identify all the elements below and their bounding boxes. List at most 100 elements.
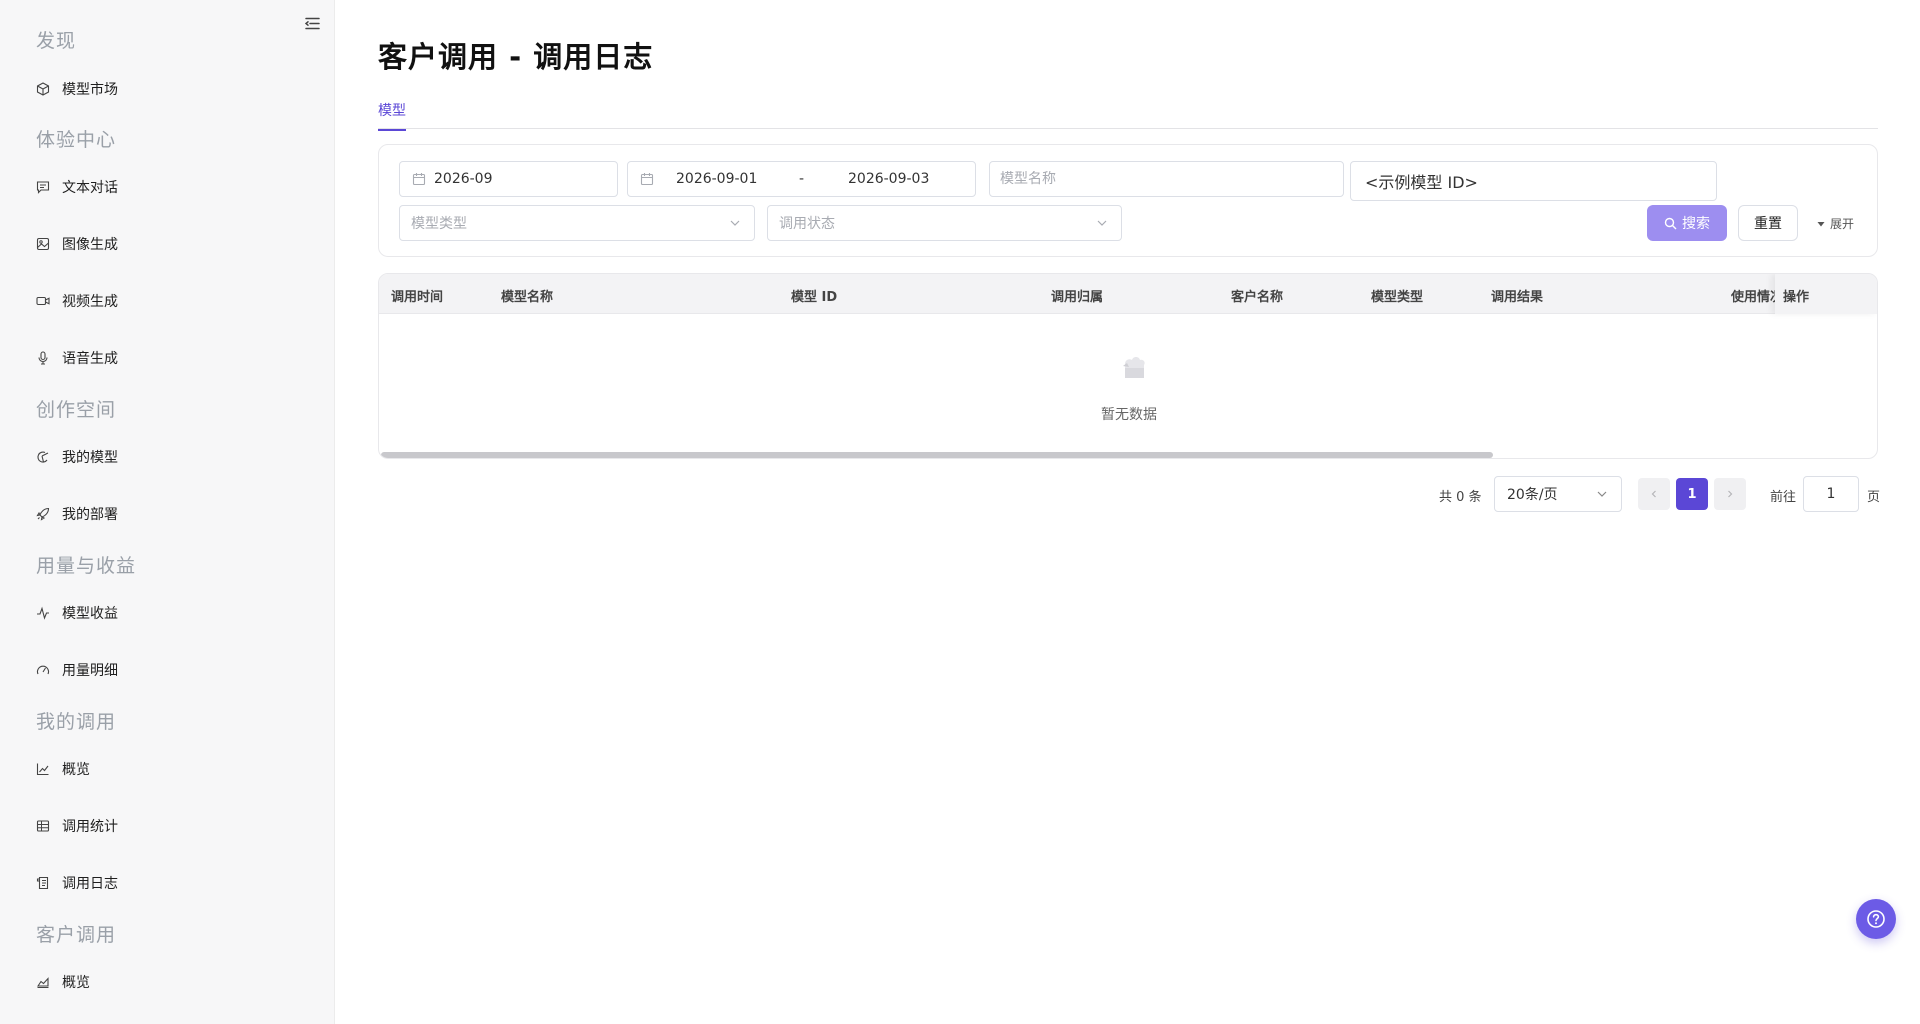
sidebar-item-label: 用量明细 [62, 663, 118, 679]
sidebar-item-label: 概览 [62, 762, 90, 778]
column-header[interactable]: 模型类型 [1371, 286, 1423, 305]
log-icon [36, 876, 50, 890]
column-header[interactable]: 调用结果 [1491, 286, 1543, 305]
date-range-picker[interactable]: 2026-09-01 - 2026-09-03 [627, 161, 976, 197]
chevron-right-icon [1728, 490, 1733, 498]
sidebar-item-call-stats[interactable]: 调用统计 [36, 814, 118, 838]
pulse-icon [36, 606, 50, 620]
empty-text: 暂无数据 [1101, 407, 1157, 423]
call-status-placeholder: 调用状态 [779, 216, 835, 232]
sidebar-item-label: 语音生成 [62, 351, 118, 367]
date-separator: - [799, 171, 805, 187]
horizontal-scrollbar[interactable] [381, 452, 1493, 458]
mic-icon [36, 351, 50, 365]
sidebar: 发现 模型市场 体验中心 文本对话 图像生成 视频生成 语音生成 创作空间 我的… [0, 0, 335, 1024]
search-icon [1664, 217, 1677, 229]
sidebar-item-usage-detail[interactable]: 用量明细 [36, 658, 118, 682]
sidebar-item-model-revenue[interactable]: 模型收益 [36, 601, 118, 625]
model-name-field[interactable] [989, 161, 1344, 197]
sidebar-item-label: 我的模型 [62, 450, 118, 466]
sidebar-item-label: 模型市场 [62, 82, 118, 98]
tab-bar: 模型 [378, 96, 1878, 131]
section-title-experience: 体验中心 [36, 129, 117, 151]
rocket-icon [36, 507, 50, 521]
help-icon [1867, 910, 1885, 928]
cube-icon [36, 82, 50, 96]
model-id-value: <示例模型 ID> [1365, 173, 1478, 192]
sidebar-item-label: 调用统计 [62, 819, 118, 835]
column-header[interactable]: 调用归属 [1051, 286, 1103, 305]
sidebar-item-my-deployments[interactable]: 我的部署 [36, 502, 118, 526]
image-icon [36, 237, 50, 251]
menu-icon [304, 17, 320, 29]
main-content: 客户调用 - 调用日志 模型 2026-09 2026-09-01 - 2026… [378, 0, 1881, 1024]
chat-icon [36, 180, 50, 194]
sidebar-item-image-gen[interactable]: 图像生成 [36, 232, 118, 256]
help-button[interactable] [1856, 899, 1896, 939]
column-header[interactable]: 调用时间 [391, 286, 443, 305]
page-size-select[interactable]: 20条/页 [1494, 476, 1622, 512]
sidebar-item-label: 概览 [62, 975, 90, 991]
sidebar-item-label: 视频生成 [62, 294, 118, 310]
chevron-down-icon [1597, 491, 1607, 497]
model-id-field[interactable]: <示例模型 ID> [1350, 161, 1717, 201]
goto-suffix: 页 [1867, 490, 1881, 505]
line-chart-icon [36, 762, 50, 776]
call-status-select[interactable]: 调用状态 [767, 205, 1122, 241]
reset-button-label: 重置 [1754, 216, 1782, 232]
month-picker[interactable]: 2026-09 [399, 161, 618, 197]
expand-filters-button[interactable]: 展开 [1816, 215, 1854, 232]
model-name-input[interactable] [990, 171, 1343, 187]
collapse-sidebar-button[interactable] [302, 14, 322, 32]
sidebar-item-label: 图像生成 [62, 237, 118, 253]
page-size-value: 20条/页 [1507, 487, 1558, 503]
calendar-icon [640, 172, 654, 186]
empty-box-icon [1123, 357, 1145, 378]
column-header[interactable]: 模型 ID [791, 286, 837, 305]
page-title: 客户调用 - 调用日志 [378, 40, 654, 74]
month-value: 2026-09 [434, 171, 493, 187]
area-chart-icon [36, 975, 50, 989]
section-title-create: 创作空间 [36, 399, 117, 421]
chevron-down-icon [1095, 216, 1109, 230]
search-button[interactable]: 搜索 [1647, 205, 1727, 241]
goto-page-input[interactable] [1803, 476, 1859, 512]
next-page-button[interactable] [1714, 478, 1746, 510]
sidebar-item-video-gen[interactable]: 视频生成 [36, 289, 118, 313]
tab-model[interactable]: 模型 [378, 100, 406, 131]
sidebar-item-customer-overview[interactable]: 概览 [36, 970, 90, 994]
model-type-select[interactable]: 模型类型 [399, 205, 755, 241]
sidebar-item-call-log[interactable]: 调用日志 [36, 871, 118, 895]
section-title-my-calls: 我的调用 [36, 711, 117, 733]
chevron-left-icon [1651, 490, 1656, 498]
date-end[interactable]: 2026-09-03 [848, 171, 929, 187]
sidebar-item-text-chat[interactable]: 文本对话 [36, 175, 118, 199]
prev-page-button[interactable] [1638, 478, 1670, 510]
table-icon [36, 819, 50, 833]
column-header[interactable]: 操作 [1783, 286, 1809, 305]
section-title-usage: 用量与收益 [36, 555, 137, 577]
calendar-icon [412, 172, 426, 186]
filter-panel: 2026-09 2026-09-01 - 2026-09-03 <示例模型 ID… [378, 144, 1878, 257]
page-number-button[interactable]: 1 [1676, 478, 1708, 510]
model-icon [36, 450, 50, 464]
column-header[interactable]: 客户名称 [1231, 286, 1283, 305]
call-log-table: 调用时间 模型名称 模型 ID 调用归属 客户名称 模型类型 调用结果 使用情况… [378, 273, 1878, 459]
fixed-column-header: 操作 [1775, 274, 1877, 314]
sidebar-item-my-models[interactable]: 我的模型 [36, 445, 118, 469]
sidebar-item-label: 模型收益 [62, 606, 118, 622]
reset-button[interactable]: 重置 [1738, 205, 1798, 241]
section-title-customer-calls: 客户调用 [36, 924, 117, 946]
sidebar-item-model-market[interactable]: 模型市场 [36, 77, 118, 101]
model-type-placeholder: 模型类型 [411, 216, 467, 232]
sidebar-item-voice-gen[interactable]: 语音生成 [36, 346, 118, 370]
pagination: 共 0 条 20条/页 1 前往 页 [378, 476, 1881, 512]
sidebar-item-label: 文本对话 [62, 180, 118, 196]
total-count: 共 0 条 [1439, 490, 1482, 505]
date-start[interactable]: 2026-09-01 [676, 171, 757, 187]
table-header: 调用时间 模型名称 模型 ID 调用归属 客户名称 模型类型 调用结果 使用情况… [379, 274, 1877, 314]
goto-label: 前往 [1770, 490, 1797, 505]
sidebar-item-label: 我的部署 [62, 507, 118, 523]
column-header[interactable]: 模型名称 [501, 286, 553, 305]
sidebar-item-my-overview[interactable]: 概览 [36, 757, 90, 781]
